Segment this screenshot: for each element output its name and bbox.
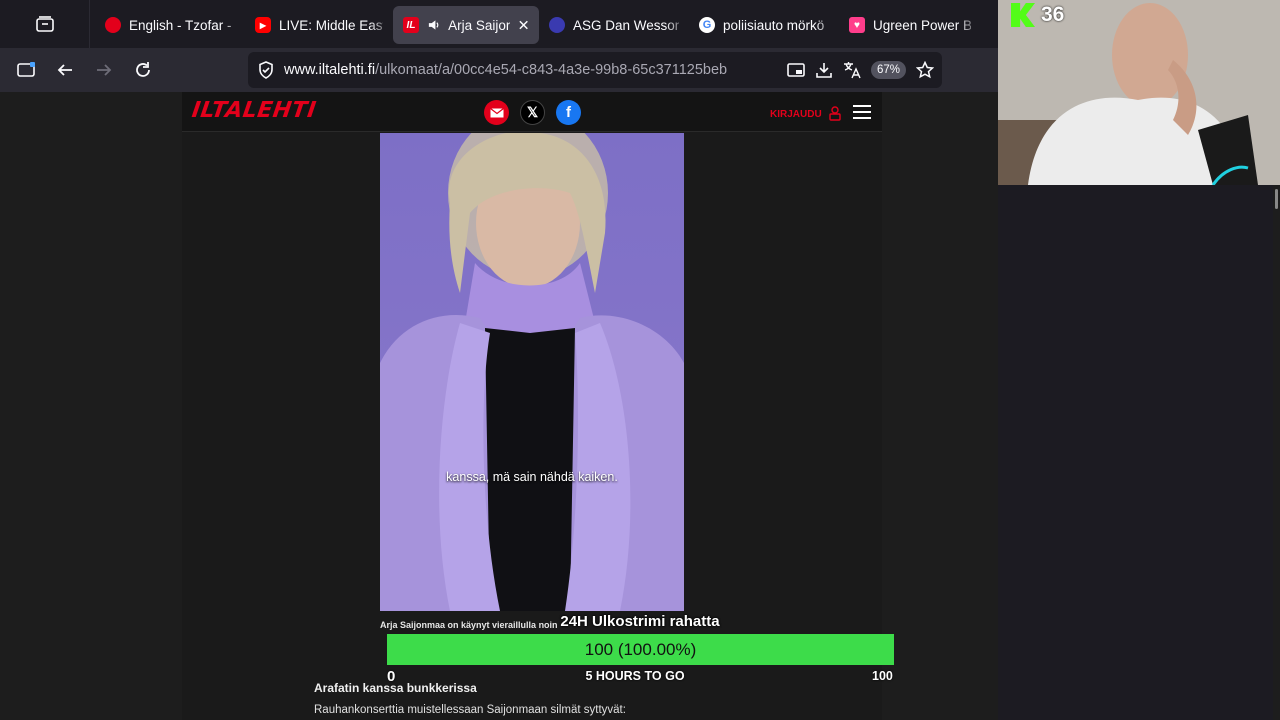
tab-list-icon [35,16,54,32]
tab-arja-saijonmaa[interactable]: IL Arja Saijonm [393,6,539,44]
tab-label: poliisiauto mörkö [723,17,825,33]
iltalehti-favicon-icon: IL [403,17,419,33]
kick-viewer-badge: 36 [1011,3,1064,27]
reload-icon [136,62,150,77]
picture-in-picture-icon[interactable] [787,62,805,78]
goal-time-remaining: 5 HOURS TO GO [585,669,685,683]
tab-label: LIVE: Middle East [279,17,383,33]
sidebar-icon [17,62,35,77]
tab-label: ASG Dan Wesson [573,17,679,33]
url-path: /ulkomaat/a/00cc4e54-c843-4a3e-99b8-65c3… [375,62,728,78]
youtube-favicon-icon: ▶ [255,17,271,33]
streamer-webcam-image [998,0,1280,185]
x-share-icon[interactable]: 𝕏 [520,100,545,125]
url-text[interactable]: www.iltalehti.fi/ulkomaat/a/00cc4e54-c84… [284,62,727,78]
login-link[interactable]: KIRJAUDU [770,105,843,121]
download-icon[interactable] [815,62,833,78]
iltalehti-logo[interactable]: ILTALEHTI [190,98,318,123]
goal-max-label: 100 [872,669,893,683]
google-favicon-icon: G [699,17,715,33]
tab-label: Arja Saijonm [448,17,510,33]
hamburger-menu-icon[interactable] [853,105,871,119]
asg-favicon-icon [549,17,565,33]
tab-label: English - Tzofar - I [129,17,235,33]
tzofar-favicon-icon [105,17,121,33]
tab-ugreen-power-bar[interactable]: ♥ Ugreen Power Bar [839,6,981,44]
translate-icon[interactable] [843,61,861,79]
article-section-heading: Arafatin kanssa bunkkerissa [314,681,477,695]
user-lock-icon [829,106,842,121]
arrow-right-icon [97,64,112,76]
article-body-text: Rauhankonserttia muistellessaan Saijonma… [314,704,626,716]
shield-icon[interactable] [258,61,274,79]
video-frame-person [380,133,684,611]
tab-live-middle-east[interactable]: ▶ LIVE: Middle East [245,6,393,44]
goal-progress-text: 100 (100.00%) [584,639,697,659]
ugreen-favicon-icon: ♥ [849,17,865,33]
facebook-share-icon[interactable]: f [556,100,581,125]
tab-english-tzofar[interactable]: English - Tzofar - I [95,6,245,44]
tab-bar: English - Tzofar - I ▶ LIVE: Middle East… [0,0,998,48]
site-header: ILTALEHTI 𝕏 f KIRJAUDU [182,92,882,132]
tab-asg-dan-wesson[interactable]: ASG Dan Wesson [539,6,689,44]
speaker-icon[interactable] [427,18,440,32]
url-bar-actions: 67% [787,52,934,88]
back-button[interactable] [49,54,81,86]
arrow-left-icon [57,64,72,76]
tab-overview-button[interactable] [0,0,90,48]
url-bar[interactable]: www.iltalehti.fi/ulkomaat/a/00cc4e54-c84… [248,52,942,88]
video-subtitle: kanssa, mä sain nähdä kaiken. [446,470,618,484]
bookmark-star-icon[interactable] [916,61,934,79]
close-tab-icon[interactable] [518,19,529,31]
email-share-icon[interactable] [484,100,509,125]
webcam-overlay [998,0,1280,185]
forward-button[interactable] [88,54,120,86]
login-label: KIRJAUDU [770,109,822,120]
url-domain: www.iltalehti.fi [284,62,376,78]
goal-title: 24H Ulkostrimi rahatta [560,613,720,630]
scrollbar-thumb[interactable] [1275,189,1278,209]
goal-progress-bar: 100 (100.00%) [387,634,894,665]
screen: English - Tzofar - I ▶ LIVE: Middle East… [0,0,1280,720]
article-video[interactable]: kanssa, mä sain nähdä kaiken. [380,133,684,611]
navigation-toolbar: www.iltalehti.fi/ulkomaat/a/00cc4e54-c84… [0,48,998,92]
page-scrollbar[interactable] [1273,185,1280,720]
zoom-level-badge[interactable]: 67% [870,61,906,79]
reload-button[interactable] [127,54,159,86]
sidebar-toggle-button[interactable] [10,54,42,86]
viewer-count: 36 [1041,3,1065,26]
tab-poliisiauto[interactable]: G poliisiauto mörkö [689,6,839,44]
kick-logo-icon [1011,3,1035,27]
